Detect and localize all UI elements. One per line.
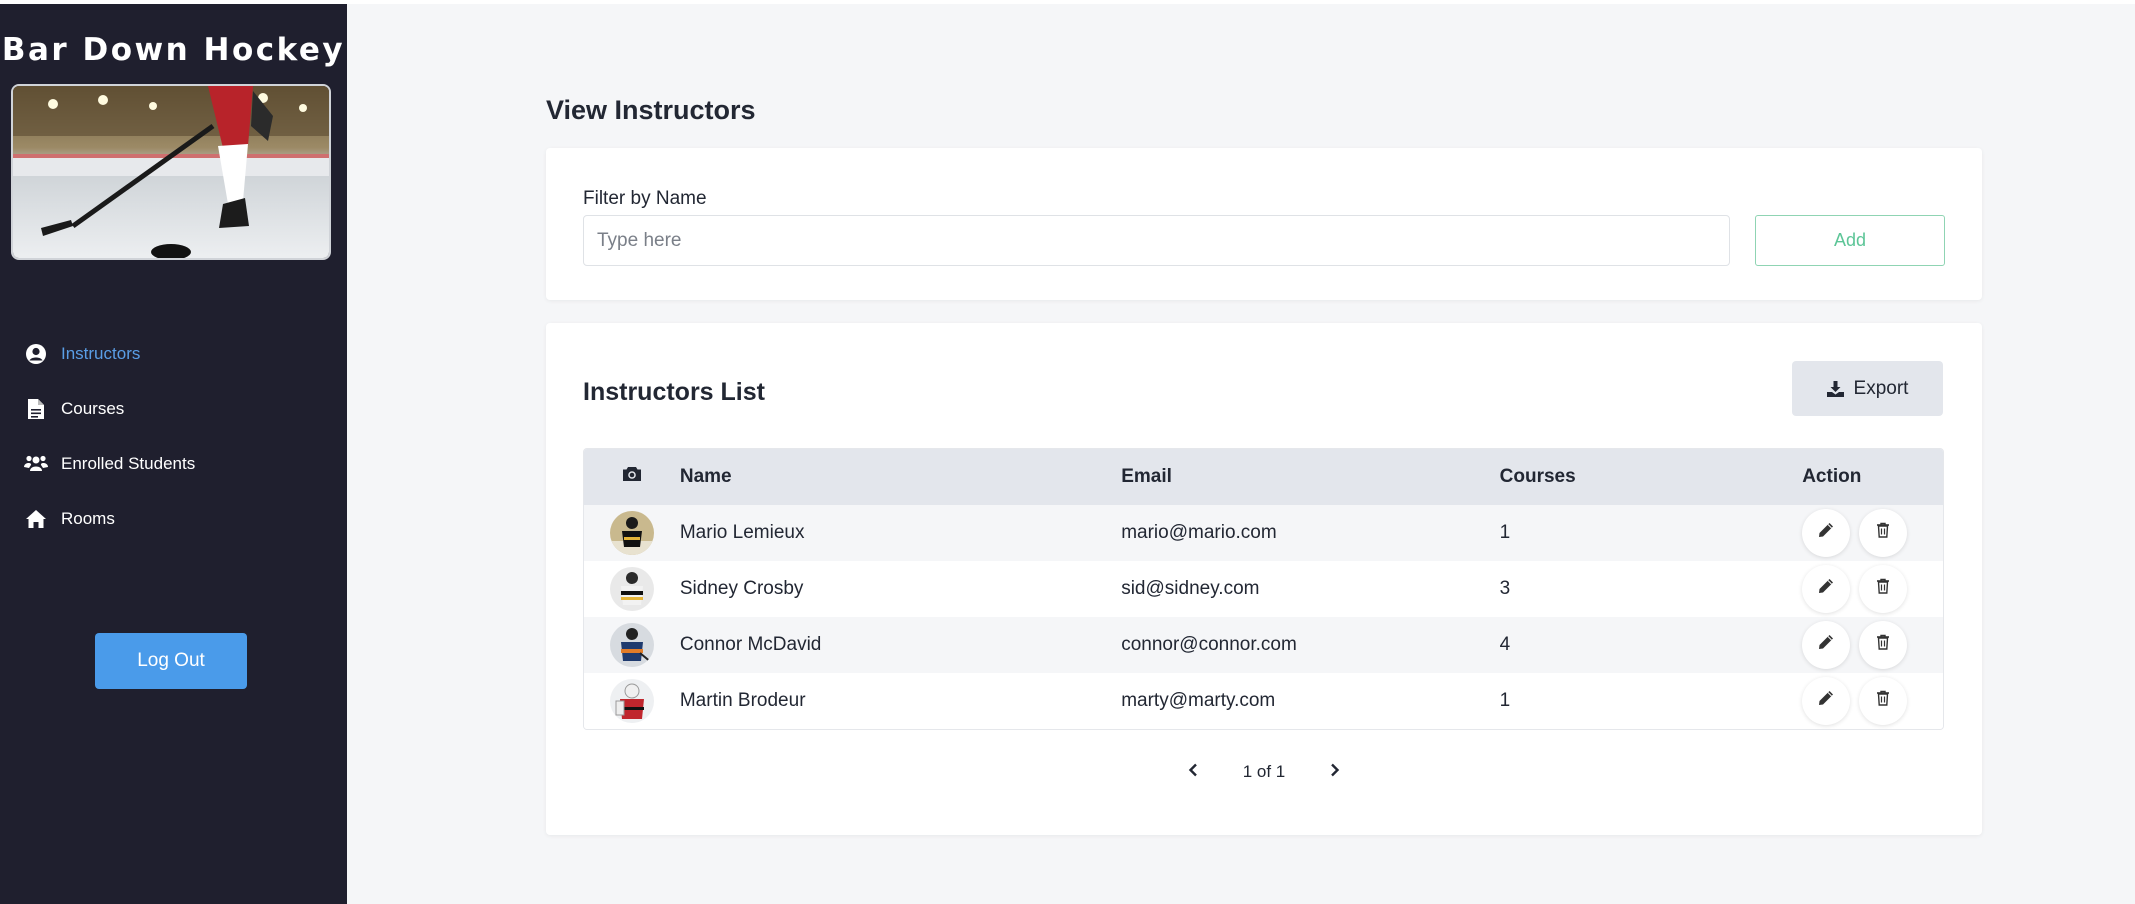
home-icon xyxy=(24,507,48,531)
chevron-right-icon xyxy=(1330,762,1340,782)
avatar xyxy=(609,567,654,611)
instructors-table: Name Email Courses Action Mario Lemieux … xyxy=(583,448,1944,730)
delete-button[interactable] xyxy=(1859,621,1908,669)
instructor-courses: 4 xyxy=(1499,634,1511,655)
instructor-courses: 1 xyxy=(1499,522,1511,543)
instructor-courses: 3 xyxy=(1499,578,1511,599)
delete-button[interactable] xyxy=(1859,509,1908,557)
sidebar-item-rooms[interactable]: Rooms xyxy=(24,491,344,546)
instructors-list-card: Instructors List Export Name Email Cours… xyxy=(546,323,1982,835)
camera-icon xyxy=(622,466,642,488)
instructor-email: sid@sidney.com xyxy=(1121,578,1260,599)
sidebar-item-label: Rooms xyxy=(61,508,115,528)
edit-button[interactable] xyxy=(1802,677,1851,725)
trash-icon xyxy=(1876,522,1890,544)
user-circle-icon xyxy=(24,342,48,366)
download-icon xyxy=(1826,380,1844,397)
pencil-icon xyxy=(1818,578,1834,600)
logout-button[interactable]: Log Out xyxy=(95,633,247,689)
pencil-icon xyxy=(1818,690,1834,712)
sidebar-item-label: Instructors xyxy=(61,343,141,363)
table-row: Martin Brodeur marty@marty.com 1 xyxy=(584,673,1943,729)
instructor-email: mario@mario.com xyxy=(1121,522,1277,543)
delete-button[interactable] xyxy=(1859,677,1908,725)
export-button[interactable]: Export xyxy=(1792,361,1943,416)
name-column-header: Name xyxy=(679,466,732,487)
instructor-email: connor@connor.com xyxy=(1121,634,1297,655)
instructor-courses: 1 xyxy=(1499,690,1511,711)
table-row: Mario Lemieux mario@mario.com 1 xyxy=(584,505,1943,561)
brand-title: Bar Down Hockey xyxy=(1,32,346,68)
next-page-button[interactable] xyxy=(1323,760,1347,784)
sidebar-item-label: Courses xyxy=(61,398,125,418)
avatar xyxy=(609,679,654,723)
edit-button[interactable] xyxy=(1802,565,1851,613)
sidebar-item-courses[interactable]: Courses xyxy=(24,381,344,436)
filter-card: Filter by Name Add xyxy=(546,148,1982,300)
list-title: Instructors List xyxy=(583,378,765,406)
courses-column-header: Courses xyxy=(1499,466,1576,487)
instructor-name: Mario Lemieux xyxy=(679,522,805,543)
page-indicator: 1 of 1 xyxy=(1242,762,1286,781)
chevron-left-icon xyxy=(1188,762,1198,782)
sidebar: Bar Down Hockey Instructors Courses Enro… xyxy=(0,4,347,904)
photo-column-header xyxy=(584,466,680,488)
pagination: 1 of 1 xyxy=(546,760,1982,784)
trash-icon xyxy=(1876,578,1890,600)
table-row: Sidney Crosby sid@sidney.com 3 xyxy=(584,561,1943,617)
sidebar-nav: Instructors Courses Enrolled Students Ro… xyxy=(24,326,344,546)
add-button[interactable]: Add xyxy=(1755,215,1945,266)
edit-button[interactable] xyxy=(1802,509,1851,557)
prev-page-button[interactable] xyxy=(1181,760,1205,784)
page-title: View Instructors xyxy=(546,95,756,125)
avatar xyxy=(609,623,654,667)
sidebar-item-enrolled-students[interactable]: Enrolled Students xyxy=(24,436,344,491)
avatar xyxy=(609,511,654,555)
export-label: Export xyxy=(1853,377,1909,399)
instructor-email: marty@marty.com xyxy=(1121,690,1276,711)
table-header-row: Name Email Courses Action xyxy=(584,449,1943,505)
filter-label: Filter by Name xyxy=(583,188,707,209)
trash-icon xyxy=(1876,634,1890,656)
document-icon xyxy=(24,397,48,421)
action-column-header: Action xyxy=(1802,466,1862,487)
sidebar-item-label: Enrolled Students xyxy=(61,453,196,473)
email-column-header: Email xyxy=(1121,466,1172,487)
instructor-name: Martin Brodeur xyxy=(679,690,806,711)
trash-icon xyxy=(1876,690,1890,712)
sidebar-item-instructors[interactable]: Instructors xyxy=(24,326,344,381)
main-content: View Instructors Filter by Name Add Inst… xyxy=(347,4,2135,904)
table-row: Connor McDavid connor@connor.com 4 xyxy=(584,617,1943,673)
users-icon xyxy=(24,452,48,476)
instructor-name: Connor McDavid xyxy=(679,634,822,655)
pencil-icon xyxy=(1818,522,1834,544)
instructor-name: Sidney Crosby xyxy=(679,578,804,599)
filter-name-input[interactable] xyxy=(583,215,1730,266)
hero-image xyxy=(11,84,331,260)
pencil-icon xyxy=(1818,634,1834,656)
edit-button[interactable] xyxy=(1802,621,1851,669)
delete-button[interactable] xyxy=(1859,565,1908,613)
